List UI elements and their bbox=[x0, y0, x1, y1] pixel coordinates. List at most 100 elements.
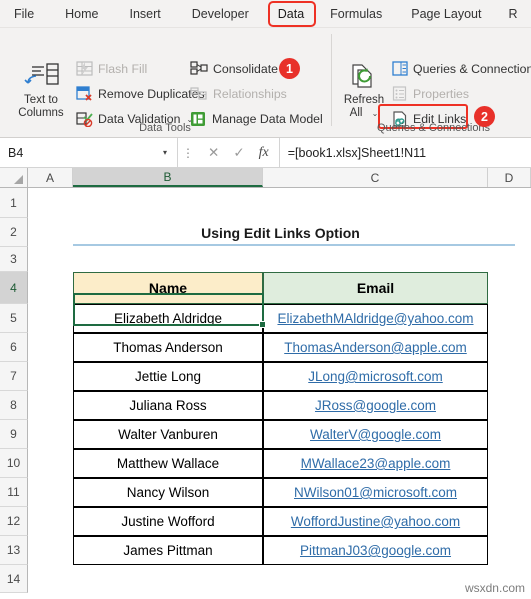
table-row: 7 Jettie Long JLong@microsoft.com bbox=[0, 362, 531, 391]
remove-duplicates-button[interactable]: Remove Duplicates bbox=[76, 86, 205, 102]
row-header-4[interactable]: 4 bbox=[0, 272, 28, 304]
row-header-12[interactable]: 12 bbox=[0, 507, 28, 536]
group-label-data-tools: Data Tools bbox=[139, 122, 191, 134]
tab-review[interactable]: R bbox=[490, 0, 526, 28]
queries-connections-icon bbox=[392, 61, 408, 76]
row-header-14[interactable]: 14 bbox=[0, 565, 28, 593]
cell-name[interactable]: Elizabeth Aldridge bbox=[73, 304, 263, 333]
properties-label: Properties bbox=[413, 86, 470, 101]
table-row: 10 Matthew Wallace MWallace23@apple.com bbox=[0, 449, 531, 478]
table-row: 5 Elizabeth Aldridge ElizabethMAldridge@… bbox=[0, 304, 531, 333]
consolidate-button[interactable]: Consolidate bbox=[190, 61, 278, 76]
table-row: 9 Walter Vanburen WalterV@google.com bbox=[0, 420, 531, 449]
group-label-queries-connections: Queries & Connections bbox=[376, 122, 491, 134]
insert-function-icon[interactable]: fx bbox=[259, 145, 269, 161]
tab-home[interactable]: Home bbox=[43, 0, 107, 28]
cell-email-link[interactable]: JLong@microsoft.com bbox=[263, 362, 488, 391]
queries-and-connections-label: Queries & Connections bbox=[413, 61, 531, 76]
name-box-value: B4 bbox=[8, 145, 24, 160]
row-header-13[interactable]: 13 bbox=[0, 536, 28, 565]
refresh-all-icon bbox=[344, 64, 384, 93]
row-header-11[interactable]: 11 bbox=[0, 478, 28, 507]
properties-button: Properties bbox=[392, 86, 469, 101]
worksheet-grid: A B C D 1 2 Using Edit Links Option 3 4 bbox=[0, 168, 531, 599]
grid-row-3: 3 bbox=[0, 247, 531, 272]
tab-developer[interactable]: Developer bbox=[170, 0, 258, 28]
row-header-7[interactable]: 7 bbox=[0, 362, 28, 391]
select-all-corner[interactable] bbox=[0, 168, 28, 187]
row-header-2[interactable]: 2 bbox=[0, 218, 28, 247]
table-header-name[interactable]: Name bbox=[73, 272, 263, 304]
cell-email-link[interactable]: ThomasAnderson@apple.com bbox=[263, 333, 488, 362]
row-header-10[interactable]: 10 bbox=[0, 449, 28, 478]
refresh-all-label-line2: All ⌄ bbox=[349, 107, 379, 119]
formula-bar: B4 ▾ ⋮ ✕ ✓ fx =[book1.xlsx]Sheet1!N11 bbox=[0, 138, 531, 168]
queries-and-connections-button[interactable]: Queries & Connections bbox=[392, 61, 531, 76]
column-header-c[interactable]: C bbox=[263, 168, 488, 187]
refresh-all-chevron-down-icon[interactable]: ⌄ bbox=[372, 109, 379, 118]
cell-name[interactable]: Juliana Ross bbox=[73, 391, 263, 420]
callout-badge-2: 2 bbox=[474, 106, 495, 127]
remove-duplicates-icon bbox=[76, 86, 93, 102]
tab-data[interactable]: Data bbox=[258, 0, 322, 28]
grid-row-1: 1 bbox=[0, 188, 531, 218]
row-header-9[interactable]: 9 bbox=[0, 420, 28, 449]
row-header-3[interactable]: 3 bbox=[0, 247, 28, 272]
tab-formulas[interactable]: Formulas bbox=[322, 0, 391, 28]
flash-fill-button: Flash Fill bbox=[76, 61, 147, 76]
table-row: 12 Justine Wofford WoffordJustine@yahoo.… bbox=[0, 507, 531, 536]
consolidate-icon bbox=[190, 61, 208, 76]
cell-email-link[interactable]: MWallace23@apple.com bbox=[263, 449, 488, 478]
name-box-chevron-down-icon[interactable]: ▾ bbox=[163, 148, 167, 157]
tab-insert[interactable]: Insert bbox=[108, 0, 170, 28]
tab-page-layout[interactable]: Page Layout bbox=[391, 0, 490, 28]
refresh-all-button[interactable]: Refresh All ⌄ bbox=[336, 62, 392, 120]
ribbon-group-divider bbox=[331, 34, 332, 126]
cell-name[interactable]: James Pittman bbox=[73, 536, 263, 565]
cell-email-link[interactable]: PittmanJ03@google.com bbox=[263, 536, 488, 565]
cell-email-link[interactable]: JRoss@google.com bbox=[263, 391, 488, 420]
cell-name[interactable]: Walter Vanburen bbox=[73, 420, 263, 449]
cell-name[interactable]: Thomas Anderson bbox=[73, 333, 263, 362]
cell-email-link[interactable]: NWilson01@microsoft.com bbox=[263, 478, 488, 507]
row-header-6[interactable]: 6 bbox=[0, 333, 28, 362]
column-header-b[interactable]: B bbox=[73, 168, 263, 187]
column-header-d[interactable]: D bbox=[488, 168, 531, 187]
cell-name[interactable]: Matthew Wallace bbox=[73, 449, 263, 478]
sheet-title: Using Edit Links Option bbox=[201, 224, 360, 241]
row-header-1[interactable]: 1 bbox=[0, 188, 28, 218]
row-header-5[interactable]: 5 bbox=[0, 304, 28, 333]
column-header-a[interactable]: A bbox=[28, 168, 73, 187]
cancel-formula-icon[interactable]: ✕ bbox=[208, 145, 219, 161]
table-row: 13 James Pittman PittmanJ03@google.com bbox=[0, 536, 531, 565]
table-row: 11 Nancy Wilson NWilson01@microsoft.com bbox=[0, 478, 531, 507]
tab-file[interactable]: File bbox=[0, 0, 43, 28]
refresh-all-label-line1: Refresh bbox=[343, 94, 385, 106]
cell-name[interactable]: Justine Wofford bbox=[73, 507, 263, 536]
site-watermark: wsxdn.com bbox=[464, 581, 525, 595]
cell-name[interactable]: Nancy Wilson bbox=[73, 478, 263, 507]
text-to-columns-icon bbox=[19, 63, 63, 93]
table-row: 8 Juliana Ross JRoss@google.com bbox=[0, 391, 531, 420]
grid-rows: 1 2 Using Edit Links Option 3 4 Name Ema… bbox=[0, 188, 531, 599]
confirm-formula-icon[interactable]: ✓ bbox=[233, 145, 244, 161]
text-to-columns-button[interactable]: Text to Columns bbox=[8, 62, 74, 120]
grid-row-14: 14 bbox=[0, 565, 531, 593]
cell-email-link[interactable]: WalterV@google.com bbox=[263, 420, 488, 449]
cell-name[interactable]: Jettie Long bbox=[73, 362, 263, 391]
formula-bar-handle[interactable]: ⋮ bbox=[178, 138, 198, 167]
formula-input[interactable]: =[book1.xlsx]Sheet1!N11 bbox=[278, 138, 531, 167]
grid-row-2: 2 Using Edit Links Option bbox=[0, 218, 531, 247]
flash-fill-label: Flash Fill bbox=[98, 61, 148, 76]
column-header-row: A B C D bbox=[0, 168, 531, 188]
relationships-icon bbox=[190, 86, 208, 101]
callout-badge-1: 1 bbox=[279, 58, 300, 79]
name-box[interactable]: B4 ▾ bbox=[0, 138, 178, 167]
remove-duplicates-label: Remove Duplicates bbox=[98, 87, 205, 101]
ribbon-tab-bar: File Home Insert Developer Data Formulas… bbox=[0, 0, 531, 28]
table-header-email[interactable]: Email bbox=[263, 272, 488, 304]
row-header-8[interactable]: 8 bbox=[0, 391, 28, 420]
grid-row-4: 4 Name Email bbox=[0, 272, 531, 304]
cell-email-link[interactable]: WoffordJustine@yahoo.com bbox=[263, 507, 488, 536]
cell-email-link[interactable]: ElizabethMAldridge@yahoo.com bbox=[263, 304, 488, 333]
